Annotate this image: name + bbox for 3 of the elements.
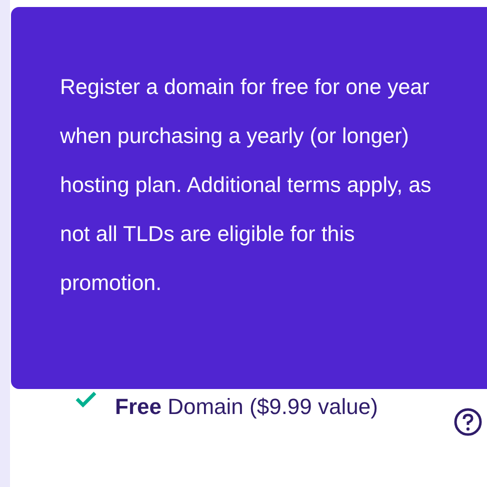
tooltip-text: Register a domain for free for one year when purchasing a yearly (or longer) hosting plan. Additional terms apply, as not all TLDs are eligible for this promotion. — [60, 74, 432, 297]
help-icon[interactable] — [453, 407, 483, 437]
feature-text: Free Domain ($9.99 value) — [115, 393, 379, 421]
